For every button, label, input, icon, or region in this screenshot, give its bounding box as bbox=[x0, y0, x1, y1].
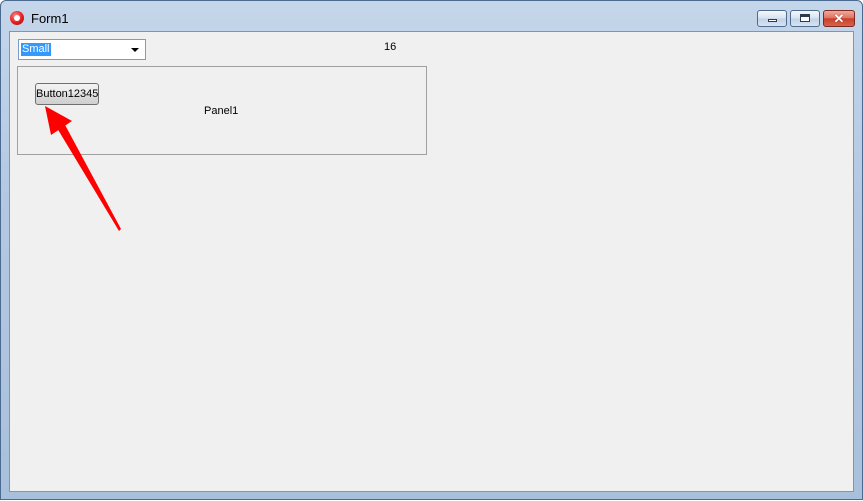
button12345[interactable]: Button12345 bbox=[35, 83, 99, 105]
form1-window: Form1 ✕ Small 16 Button12345 Panel1 bbox=[0, 0, 863, 500]
form-client-area: Small 16 Button12345 Panel1 bbox=[9, 31, 854, 492]
app-icon[interactable] bbox=[10, 11, 24, 25]
maximize-icon bbox=[800, 14, 810, 22]
close-button[interactable]: ✕ bbox=[823, 10, 855, 27]
dropdown-arrow-icon[interactable] bbox=[127, 41, 143, 58]
close-icon: ✕ bbox=[833, 11, 845, 26]
title-bar[interactable]: Form1 ✕ bbox=[1, 1, 862, 31]
maximize-button[interactable] bbox=[790, 10, 820, 27]
panel1: Button12345 Panel1 bbox=[17, 66, 427, 155]
font-size-combobox[interactable]: Small bbox=[18, 39, 146, 60]
size-value-label: 16 bbox=[384, 41, 397, 53]
minimize-icon bbox=[768, 19, 777, 22]
minimize-button[interactable] bbox=[757, 10, 787, 27]
window-title: Form1 bbox=[31, 11, 69, 26]
panel-caption: Panel1 bbox=[204, 105, 239, 117]
combobox-selected-value[interactable]: Small bbox=[21, 43, 51, 56]
